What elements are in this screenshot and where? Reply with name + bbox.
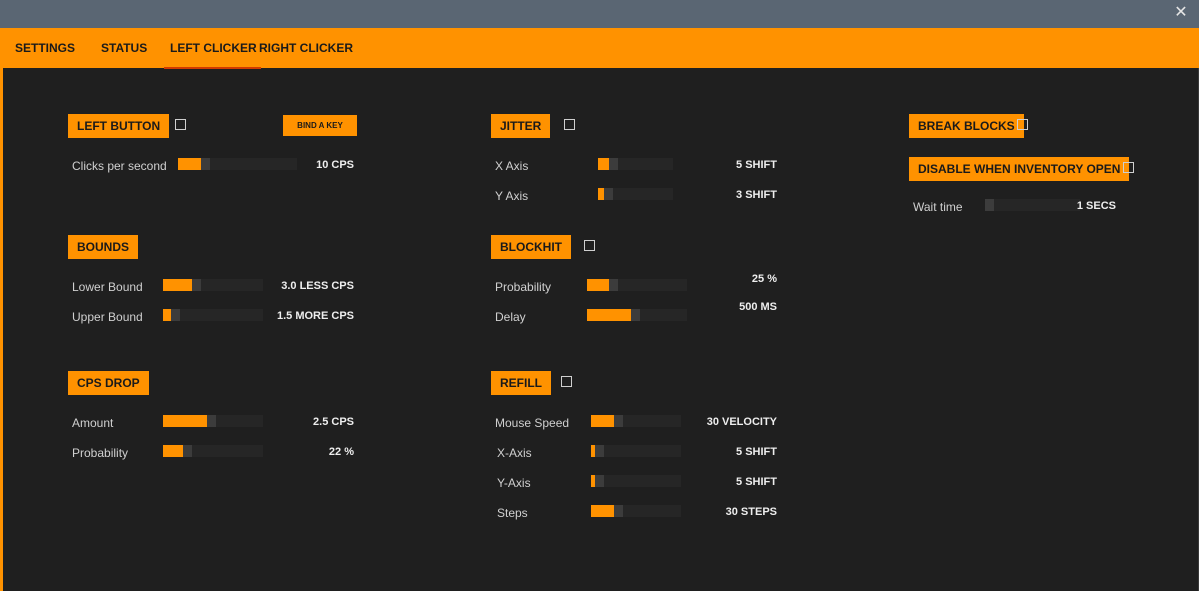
break-blocks-checkbox[interactable]: [1017, 119, 1028, 130]
slider-knob[interactable]: [192, 279, 201, 291]
upper-bound-label: Upper Bound: [72, 310, 143, 324]
slider-fill: [163, 279, 192, 291]
blockhit-probability-slider[interactable]: [587, 279, 687, 291]
cps-drop-probability-slider[interactable]: [163, 445, 263, 457]
blockhit-delay-label: Delay: [495, 310, 526, 324]
clicks-per-second-label: Clicks per second: [72, 159, 167, 173]
blockhit-delay-value: 500 MS: [739, 301, 777, 313]
slider-fill: [163, 309, 171, 321]
title-bar: ✕: [0, 0, 1199, 28]
upper-bound-value: 1.5 MORE CPS: [276, 310, 354, 322]
slider-fill: [587, 279, 609, 291]
wait-time-value: 1 SECS: [1076, 200, 1116, 212]
jitter-y-axis-value: 3 SHIFT: [736, 189, 777, 201]
cps-drop-heading: CPS DROP: [68, 371, 149, 395]
slider-knob[interactable]: [207, 415, 216, 427]
blockhit-checkbox[interactable]: [584, 240, 595, 251]
refill-steps-slider[interactable]: [591, 505, 681, 517]
left-button-checkbox[interactable]: [175, 119, 186, 130]
lower-bound-label: Lower Bound: [72, 280, 143, 294]
refill-mouse-speed-slider[interactable]: [591, 415, 681, 427]
clicks-per-second-value: 10 CPS: [316, 159, 354, 171]
close-icon[interactable]: ✕: [1171, 3, 1191, 23]
slider-fill: [178, 158, 201, 170]
cps-drop-amount-label: Amount: [72, 416, 114, 430]
refill-steps-label: Steps: [497, 506, 528, 520]
left-button-heading: LEFT BUTTON: [68, 114, 170, 138]
disable-inventory-heading: DISABLE WHEN INVENTORY OPEN: [909, 157, 1130, 181]
jitter-y-axis-label: Y Axis: [495, 189, 529, 203]
slider-fill: [591, 505, 614, 517]
lower-bound-value: 3.0 LESS CPS: [281, 280, 354, 292]
cps-drop-probability-label: Probability: [72, 446, 129, 460]
slider-knob[interactable]: [614, 415, 623, 427]
cps-drop-amount-slider[interactable]: [163, 415, 263, 427]
jitter-x-axis-slider[interactable]: [598, 158, 673, 170]
lower-bound-slider[interactable]: [163, 279, 263, 291]
slider-fill: [163, 415, 207, 427]
nav-bar: SETTINGS STATUS LEFT CLICKER RIGHT CLICK…: [0, 28, 1199, 69]
window-border-left: [0, 68, 3, 591]
jitter-heading: JITTER: [491, 114, 551, 138]
slider-fill: [587, 309, 631, 321]
slider-knob[interactable]: [609, 158, 618, 170]
cps-drop-amount-value: 2.5 CPS: [313, 416, 354, 428]
slider-knob[interactable]: [614, 505, 623, 517]
cps-drop-probability-value: 22 %: [328, 446, 354, 458]
jitter-x-axis-value: 5 SHIFT: [736, 159, 777, 171]
refill-steps-value: 30 STEPS: [725, 506, 777, 518]
refill-y-axis-label: Y-Axis: [497, 476, 531, 490]
blockhit-delay-slider[interactable]: [587, 309, 687, 321]
upper-bound-slider[interactable]: [163, 309, 263, 321]
tab-settings[interactable]: SETTINGS: [15, 28, 75, 68]
slider-fill: [163, 445, 183, 457]
slider-fill: [598, 158, 609, 170]
disable-inventory-checkbox[interactable]: [1123, 162, 1134, 173]
refill-y-axis-value: 5 SHIFT: [736, 476, 777, 488]
blockhit-probability-label: Probability: [495, 280, 552, 294]
tab-left-clicker[interactable]: LEFT CLICKER: [164, 28, 261, 69]
bounds-heading: BOUNDS: [68, 235, 139, 259]
slider-knob[interactable]: [595, 445, 604, 457]
jitter-checkbox[interactable]: [564, 119, 575, 130]
refill-y-axis-slider[interactable]: [591, 475, 681, 487]
slider-knob[interactable]: [595, 475, 604, 487]
refill-mouse-speed-value: 30 VELOCITY: [706, 416, 777, 428]
wait-time-label: Wait time: [913, 200, 963, 214]
slider-knob[interactable]: [609, 279, 618, 291]
refill-x-axis-slider[interactable]: [591, 445, 681, 457]
slider-knob[interactable]: [985, 199, 994, 211]
blockhit-probability-value: 25 %: [751, 273, 777, 285]
slider-knob[interactable]: [201, 158, 210, 170]
blockhit-heading: BLOCKHIT: [491, 235, 571, 259]
jitter-x-axis-label: X Axis: [495, 159, 529, 173]
slider-knob[interactable]: [631, 309, 640, 321]
tab-status[interactable]: STATUS: [101, 28, 147, 68]
jitter-y-axis-slider[interactable]: [598, 188, 673, 200]
refill-x-axis-label: X-Axis: [497, 446, 532, 460]
tab-right-clicker[interactable]: RIGHT CLICKER: [259, 28, 353, 68]
slider-fill: [591, 415, 614, 427]
break-blocks-heading: BREAK BLOCKS: [909, 114, 1024, 138]
refill-heading: REFILL: [491, 371, 551, 395]
refill-checkbox[interactable]: [561, 376, 572, 387]
bind-key-button[interactable]: BIND A KEY: [283, 115, 357, 136]
refill-x-axis-value: 5 SHIFT: [736, 446, 777, 458]
slider-knob[interactable]: [171, 309, 180, 321]
slider-knob[interactable]: [604, 188, 613, 200]
refill-mouse-speed-label: Mouse Speed: [495, 416, 570, 430]
slider-knob[interactable]: [183, 445, 192, 457]
